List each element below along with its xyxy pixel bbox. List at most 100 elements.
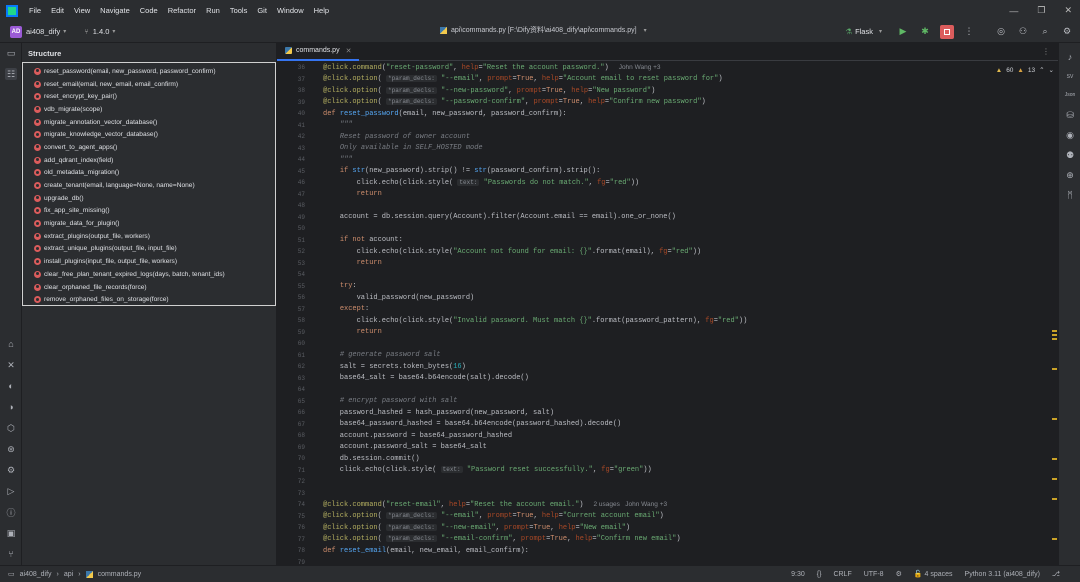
minimize-icon[interactable]: — [1009,6,1018,16]
list-item[interactable]: remove_orphaned_files_on_storage(force) [23,293,275,306]
line-separator[interactable]: CRLF [833,571,851,578]
debug-tool-icon[interactable]: ◑ [5,401,17,413]
plugin-icon[interactable]: ⊕ [1064,169,1076,181]
python-file-icon [285,47,292,54]
breadcrumb-project[interactable]: ai408_dify [20,571,52,578]
copilot-icon[interactable]: ⚉ [1064,149,1076,161]
stop-button[interactable] [940,24,954,39]
tab-commands-py[interactable]: commands.py ✕ [277,43,360,61]
menu-edit[interactable]: Edit [46,6,69,15]
debug-icon[interactable]: ✱ [918,25,932,39]
file-encoding[interactable]: UTF-8 [864,571,884,578]
run-services-icon[interactable]: ▷ [5,485,17,497]
git-icon[interactable]: ⑂ [5,548,17,560]
database-icon[interactable]: ⌂ [5,338,17,350]
right-tool-strip: ♪ SV Json ⛁ ◉ ⚉ ⊕ ᛗ [1058,43,1080,565]
menu-git[interactable]: Git [252,6,272,15]
more-actions-icon[interactable]: ⋮ [962,25,976,39]
menu-view[interactable]: View [69,6,95,15]
list-item[interactable]: create_tenant(email, language=None, name… [23,179,275,192]
notifications-icon[interactable]: ♪ [1064,51,1076,63]
list-item[interactable]: migrate_data_for_plugin() [23,217,275,230]
list-item[interactable]: fix_app_site_missing() [23,205,275,218]
code-line: 79 [297,558,305,565]
list-item[interactable]: migrate_annotation_vector_database() [23,116,275,129]
menu-code[interactable]: Code [135,6,163,15]
indent-setting[interactable]: 🔓 4 spaces [914,570,953,578]
python-packages-icon[interactable]: ⬡ [5,422,17,434]
menu-bar: File Edit View Navigate Code Refactor Ru… [0,0,1080,21]
list-item[interactable]: reset_password(email, new_password, pass… [23,65,275,78]
project-badge[interactable]: AD [10,25,22,38]
settings-icon[interactable]: ⚙ [1060,25,1074,39]
code-line: 42 Reset password of owner account [297,132,471,141]
list-item[interactable]: vdb_migrate(scope) [23,103,275,116]
menu-file[interactable]: File [24,6,46,15]
list-item[interactable]: convert_to_agent_apps() [23,141,275,154]
sciview-icon[interactable]: SV [1064,71,1076,83]
list-item[interactable]: extract_unique_plugins(output_file, inpu… [23,243,275,256]
python-interpreter[interactable]: Python 3.11 (ai408_dify) [965,571,1040,578]
author-hint: 2 usages John Wang +3 [593,501,668,509]
more-tabs-icon[interactable]: ⋮ [1042,47,1050,56]
services-icon[interactable]: ⊛ [5,443,17,455]
braces-icon[interactable]: {} [817,571,822,578]
search-icon[interactable]: ⌕ [1038,25,1052,39]
code-line: 40 def reset_password(email, new_password… [297,109,567,118]
terminal-icon[interactable]: ▣ [5,527,17,539]
structure-icon[interactable]: ☷ [5,68,17,80]
editor-tab-bar: commands.py ✕ ⋮ [277,43,1058,61]
close-tab-icon[interactable]: ✕ [346,47,352,55]
branch-selector[interactable]: ⑂ 1.4.0 ▾ [84,27,115,36]
list-item[interactable]: clear_orphaned_file_records(force) [23,281,275,294]
python-console-icon[interactable]: ⚙ [5,464,17,476]
list-item[interactable]: extract_plugins(output_file, workers) [23,230,275,243]
code-line: 44 """ [297,155,353,164]
list-item[interactable]: add_qdrant_index(field) [23,154,275,167]
run-icon[interactable]: ▶ [896,25,910,39]
list-item[interactable]: reset_email(email, new_email, email_conf… [23,78,275,91]
menu-tools[interactable]: Tools [225,6,253,15]
code-line: 76 @click.option( *param_decls: "--new-em… [297,523,631,532]
project-folder-icon[interactable]: ▭ [5,47,17,59]
run-config-selector[interactable]: ⚗ Flask ▾ [845,27,882,36]
list-item[interactable]: reset_encrypt_key_pair() [23,90,275,103]
menu-run[interactable]: Run [201,6,225,15]
menu-refactor[interactable]: Refactor [163,6,201,15]
code-line: 48 [297,202,305,210]
code-line: 63 base64_salt = base64.b64encode(salt).… [297,374,529,383]
breadcrumb-api[interactable]: api [64,571,73,578]
maximize-icon[interactable]: ❐ [1037,5,1045,16]
ai-assistant-icon[interactable]: ◎ [994,25,1008,39]
code-line: 51 if not account: [297,236,403,245]
list-item[interactable]: upgrade_db() [23,192,275,205]
vcs-icon[interactable]: ⎇ [1052,570,1060,578]
list-item[interactable]: clear_free_plan_tenant_expired_logs(days… [23,268,275,281]
problems-icon[interactable]: ⓘ [5,506,17,518]
chevron-down-icon[interactable]: ▾ [63,28,66,35]
chevron-down-icon[interactable]: ▾ [644,27,647,34]
menu-navigate[interactable]: Navigate [95,6,135,15]
list-item[interactable]: old_metadata_migration() [23,167,275,180]
close-icon[interactable]: ✕ [1064,5,1072,16]
json-icon[interactable]: Json [1064,89,1076,101]
ai-chat-icon[interactable]: ◉ [1064,129,1076,141]
breadcrumb-file[interactable]: commands.py [98,571,142,578]
maven-icon[interactable]: ᛗ [1064,189,1076,201]
run-config-name: Flask [855,27,873,36]
build-icon[interactable]: ✕ [5,359,17,371]
menu-help[interactable]: Help [309,6,334,15]
code-area[interactable]: 36 @click.command("reset-password", help=… [277,62,1058,565]
code-line: 58 click.echo(click.style("Invalid passw… [297,316,748,325]
menu-window[interactable]: Window [272,6,309,15]
list-item[interactable]: install_plugins(input_file, output_file,… [23,255,275,268]
code-with-me-icon[interactable]: ⚇ [1016,25,1030,39]
editorconfig-icon[interactable]: ⚙ [896,570,902,578]
scroll-marker [1052,538,1057,540]
run-tool-icon[interactable]: ◐ [5,380,17,392]
project-name[interactable]: ai408_dify [26,27,60,36]
list-item[interactable]: migrate_knowledge_vector_database() [23,128,275,141]
cursor-position[interactable]: 9:30 [791,571,805,578]
database-icon[interactable]: ⛁ [1064,109,1076,121]
code-line: 57 except: [297,305,370,314]
